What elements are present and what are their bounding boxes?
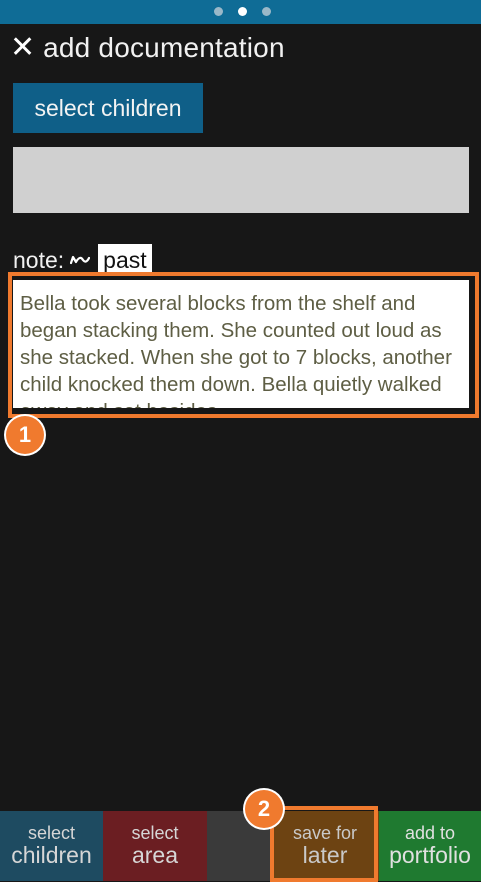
annotation-badge-2: 2 <box>245 790 283 828</box>
select-area-tab[interactable]: select area <box>103 811 207 881</box>
select-children-tab-line2: children <box>11 842 92 869</box>
selected-children-field[interactable] <box>13 147 469 213</box>
portfolio-button-line2: portfolio <box>389 842 471 869</box>
select-children-tab[interactable]: select children <box>0 811 103 881</box>
bottom-action-bar: select children select area save for lat… <box>0 811 481 881</box>
select-children-tab-line1: select <box>27 823 76 844</box>
note-label: note: <box>13 246 65 273</box>
page-dot-active[interactable] <box>238 7 247 16</box>
page-dot[interactable] <box>214 7 223 16</box>
select-area-tab-line1: select <box>131 823 179 844</box>
close-icon[interactable]: ✕ <box>10 33 35 63</box>
top-status-bar <box>0 0 481 24</box>
header: ✕ add documentation <box>10 28 285 68</box>
select-area-tab-line2: area <box>131 842 179 869</box>
page-dot[interactable] <box>262 7 271 16</box>
page-title: add documentation <box>43 32 285 63</box>
select-children-button[interactable]: select children <box>13 83 203 133</box>
annotation-badge-1: 1 <box>6 416 44 454</box>
note-text-area[interactable]: Bella took several blocks from the shelf… <box>13 280 469 408</box>
add-to-portfolio-button[interactable]: add to portfolio <box>379 811 481 881</box>
page-indicator <box>214 7 271 16</box>
save-highlight-outline <box>270 806 378 882</box>
wave-icon[interactable] <box>70 250 91 270</box>
portfolio-button-line1: add to <box>404 823 456 844</box>
